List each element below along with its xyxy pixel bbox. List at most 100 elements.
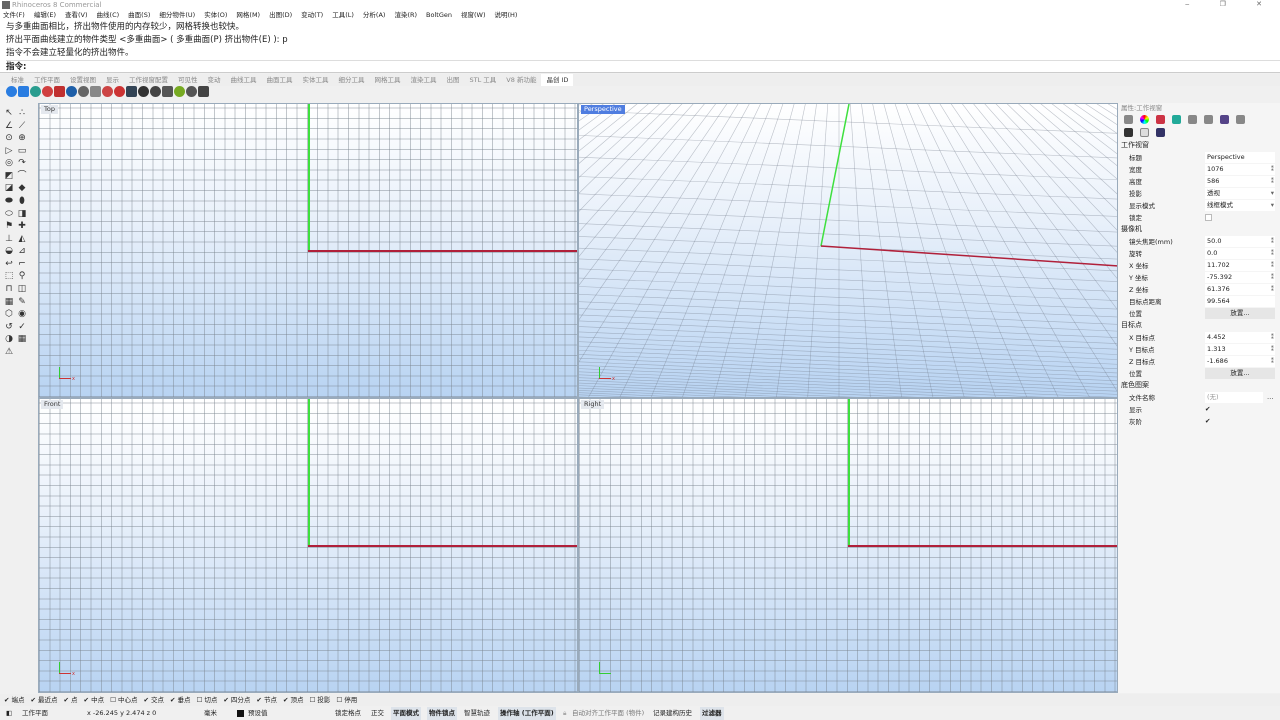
left-tool-icon[interactable]: ⊥: [4, 234, 14, 244]
material-icon[interactable]: [1156, 115, 1165, 124]
filename-field[interactable]: (无): [1205, 391, 1263, 403]
menu-item[interactable]: 渲染(R): [394, 10, 417, 21]
menu-item[interactable]: 细分物件(U): [159, 10, 195, 21]
grid-snap-toggle[interactable]: 锁定格点: [335, 707, 361, 720]
viewport-front[interactable]: Front x: [38, 398, 578, 693]
autocplane-toggle[interactable]: 自动对齐工作平面 (物件): [572, 707, 644, 720]
left-tool-icon[interactable]: ⌐: [17, 259, 27, 269]
spinner-icon[interactable]: ⁑: [1271, 272, 1274, 283]
left-tool-icon[interactable]: ⚑: [4, 221, 14, 231]
link-icon[interactable]: [1156, 128, 1165, 137]
left-tool-icon[interactable]: ↖: [4, 108, 14, 118]
current-layer[interactable]: 预设值: [248, 707, 268, 720]
menu-item[interactable]: 曲面(S): [128, 10, 150, 21]
osnap-item[interactable]: ☐ 切点: [197, 694, 218, 706]
viewport-right[interactable]: Right: [578, 398, 1118, 693]
toolbar-tool-icon[interactable]: [18, 86, 29, 97]
field-value-input[interactable]: 4.452 ⁑: [1205, 331, 1275, 343]
left-tool-icon[interactable]: ✎: [17, 297, 27, 307]
left-tool-icon[interactable]: ⊓: [4, 284, 14, 294]
checkbox-checked-icon[interactable]: ✔: [256, 696, 264, 704]
field-value-input[interactable]: 11.702 ⁑: [1205, 259, 1275, 271]
left-tool-icon[interactable]: ◎: [4, 158, 14, 168]
texture-icon[interactable]: [1188, 115, 1197, 124]
checkbox-checked-icon[interactable]: ✔: [84, 696, 92, 704]
spinner-icon[interactable]: ⁑: [1271, 344, 1274, 355]
osnap-item[interactable]: ☐ 中心点: [110, 694, 137, 706]
spinner-icon[interactable]: ⁑: [1271, 356, 1274, 367]
menu-item[interactable]: 变动(T): [301, 10, 323, 21]
checkbox-checked-icon[interactable]: ✔: [4, 696, 12, 704]
toolbar-tab[interactable]: 渲染工具: [406, 74, 442, 86]
left-tool-icon[interactable]: ↩: [4, 259, 14, 269]
grayscale-checkbox[interactable]: ✔: [1205, 417, 1210, 425]
render-icon[interactable]: [1220, 115, 1229, 124]
osnap-toggle[interactable]: 物件锁点: [427, 707, 457, 720]
toolbar-tool-icon[interactable]: [54, 86, 65, 97]
viewport-title-top[interactable]: Top: [41, 105, 58, 114]
toolbar-tab[interactable]: 变动: [203, 74, 226, 86]
toolbar-tab[interactable]: V8 新功能: [501, 74, 541, 86]
left-tool-icon[interactable]: ⚲: [17, 271, 27, 281]
left-tool-icon[interactable]: ✓: [17, 322, 27, 332]
toolbar-tool-icon[interactable]: [42, 86, 53, 97]
left-tool-icon[interactable]: ↷: [17, 158, 27, 168]
camera-icon[interactable]: [1124, 128, 1133, 137]
left-tool-icon[interactable]: ◫: [17, 284, 27, 294]
left-tool-icon[interactable]: ⌒: [17, 171, 27, 181]
frame-icon[interactable]: [1140, 128, 1149, 137]
viewport-perspective[interactable]: Perspective x: [578, 103, 1118, 398]
field-value-input[interactable]: 1076 ⁑: [1205, 163, 1275, 175]
field-value-input[interactable]: 0.0 ⁑: [1205, 247, 1275, 259]
spinner-icon[interactable]: ⁑: [1271, 284, 1274, 295]
toolbar-tab[interactable]: STL 工具: [465, 74, 502, 86]
toolbar-tab[interactable]: 显示: [101, 74, 124, 86]
menu-item[interactable]: 网格(M): [236, 10, 260, 21]
toolbar-tab[interactable]: 实体工具: [298, 74, 334, 86]
panel-toggle-icon[interactable]: ◧: [6, 707, 12, 720]
menu-item[interactable]: 说明(H): [495, 10, 518, 21]
toolbar-tab[interactable]: 网格工具: [370, 74, 406, 86]
left-tool-icon[interactable]: ▷: [4, 146, 14, 156]
toolbar-tool-icon[interactable]: [78, 86, 89, 97]
left-tool-icon[interactable]: ∴: [17, 108, 27, 118]
spinner-icon[interactable]: ⁑: [1271, 260, 1274, 271]
field-value-input[interactable]: 50.0 ⁑: [1205, 235, 1275, 247]
left-tool-icon[interactable]: ▦: [4, 297, 14, 307]
spinner-icon[interactable]: ⁑: [1271, 164, 1274, 175]
toolbar-tab[interactable]: 出图: [442, 74, 465, 86]
environment-icon[interactable]: [1172, 115, 1181, 124]
osnap-item[interactable]: ✔ 垂点: [170, 694, 191, 706]
display-icon[interactable]: [1204, 115, 1213, 124]
menu-item[interactable]: 文件(F): [3, 10, 25, 21]
viewport-title-front[interactable]: Front: [41, 400, 64, 409]
toolbar-tool-icon[interactable]: [114, 86, 125, 97]
field-value-input[interactable]: 1.313 ⁑: [1205, 343, 1275, 355]
left-tool-icon[interactable]: ✚: [17, 221, 27, 231]
planar-toggle[interactable]: 平面模式: [391, 707, 421, 720]
toolbar-tool-icon[interactable]: [30, 86, 41, 97]
left-tool-icon[interactable]: ◩: [4, 171, 14, 181]
toolbar-tool-icon[interactable]: [66, 86, 77, 97]
toolbar-tool-icon[interactable]: [138, 86, 149, 97]
spinner-icon[interactable]: ⁑: [1271, 248, 1274, 259]
field-value-input[interactable]: 61.376 ⁑: [1205, 283, 1275, 295]
left-tool-icon[interactable]: ⊙: [4, 133, 14, 143]
toolbar-tab[interactable]: 工作视窗配置: [124, 74, 173, 86]
left-tool-icon[interactable]: ◆: [17, 183, 27, 193]
gumball-toggle[interactable]: 操作轴 (工作平面): [498, 707, 556, 720]
checkbox-checked-icon[interactable]: ✔: [143, 696, 151, 704]
checkbox-unchecked-icon[interactable]: ☐: [110, 696, 118, 704]
command-area[interactable]: 与多重曲面相比，挤出物件使用的内存较少，网格转换也较快。 挤出平面曲线建立的物件…: [0, 21, 1280, 73]
spinner-icon[interactable]: ⁑: [1271, 176, 1274, 187]
left-tool-icon[interactable]: ▭: [17, 146, 27, 156]
left-tool-icon[interactable]: ◉: [17, 309, 27, 319]
browse-button[interactable]: …: [1267, 393, 1274, 401]
menu-item[interactable]: 实体(O): [204, 10, 227, 21]
left-tool-icon[interactable]: ◪: [4, 183, 14, 193]
menu-item[interactable]: 视窗(W): [461, 10, 486, 21]
show-checkbox[interactable]: ✔: [1205, 405, 1210, 413]
toolbar-tool-icon[interactable]: [150, 86, 161, 97]
ortho-toggle[interactable]: 正交: [371, 707, 384, 720]
osnap-item[interactable]: ✔ 交点: [143, 694, 164, 706]
